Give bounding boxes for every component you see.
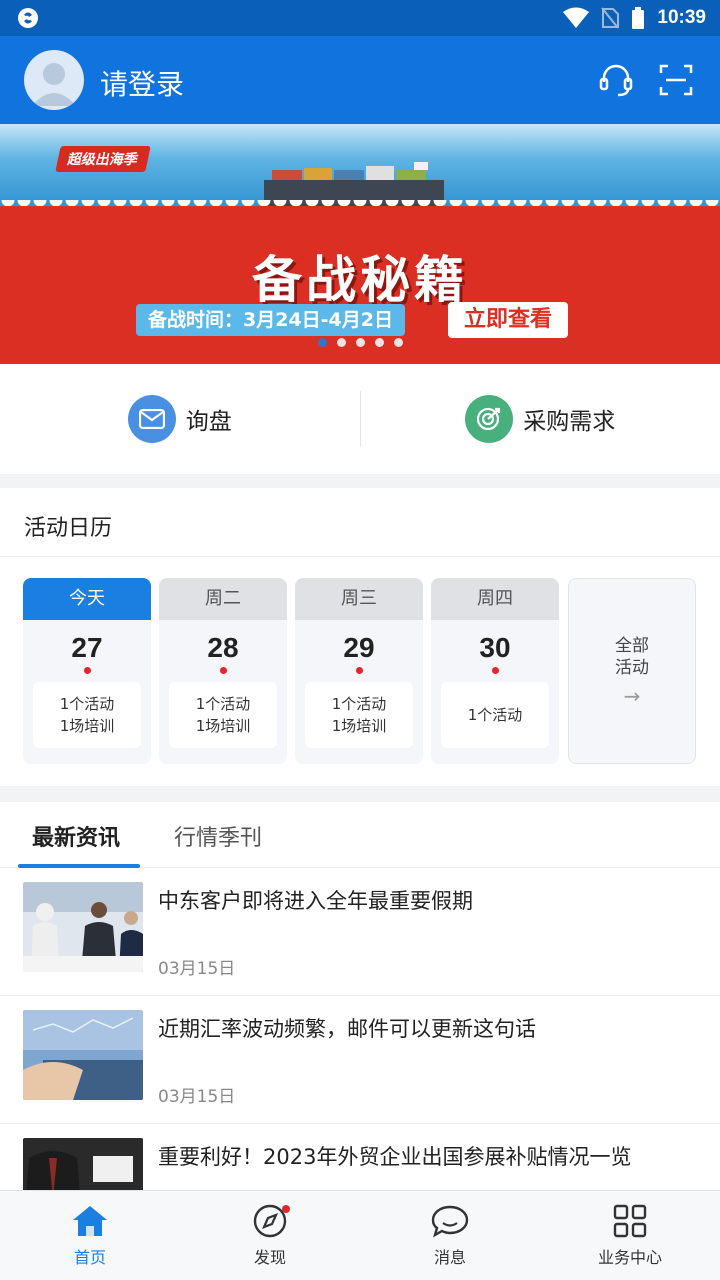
nav-label: 发现	[253, 1247, 286, 1267]
all-activities-label-2: 活动	[615, 658, 649, 678]
activity-count: 1个活动	[59, 695, 115, 713]
banner-dot[interactable]	[336, 338, 346, 347]
banner-cta-button[interactable]: 立即查看	[448, 302, 569, 338]
banner-title: 备战秘籍	[252, 251, 468, 309]
training-count: 1场培训	[59, 717, 115, 735]
scan-icon[interactable]	[658, 62, 694, 98]
calendar-date: 27	[71, 632, 103, 663]
calendar-day-card[interactable]: 今天 27 1个活动 1场培训	[23, 578, 151, 764]
grid-icon	[613, 1204, 647, 1237]
news-title: 重要利好！2023年外贸企业出国参展补贴情况一览	[158, 1145, 632, 1169]
calendar-day-card[interactable]: 周四 30 1个活动	[431, 578, 559, 764]
news-date: 03月15日	[158, 1087, 236, 1107]
calendar-date: 28	[207, 632, 239, 663]
news-list-item[interactable]: 重要利好！2023年外贸企业出国参展补贴情况一览	[0, 1124, 720, 1192]
arrow-right-icon: →	[623, 684, 641, 708]
news-list-item[interactable]: 近期汇率波动频繁，邮件可以更新这句话 03月15日	[0, 996, 720, 1124]
divider	[0, 556, 720, 557]
event-dot-icon	[83, 667, 91, 674]
notification-badge-icon	[282, 1205, 290, 1213]
avatar[interactable]	[24, 50, 84, 110]
login-link[interactable]: 请登录	[100, 63, 184, 103]
target-icon	[465, 395, 514, 443]
no-sim-icon	[601, 7, 620, 29]
activity-count: 1个活动	[331, 695, 387, 713]
mail-icon	[127, 395, 176, 443]
nav-discover[interactable]: 发现	[180, 1191, 360, 1280]
activity-count: 1个活动	[467, 706, 523, 724]
calendar-day-info: 1个活动 1场培训	[305, 682, 413, 748]
app-notification-icon	[18, 8, 38, 28]
banner-tag: 超级出海季	[55, 146, 151, 172]
event-dot-icon	[219, 667, 227, 674]
news-tabs: 最新资讯 行情季刊	[0, 802, 720, 868]
training-count: 1场培训	[331, 717, 387, 735]
calendar-day-card[interactable]: 周三 29 1个活动 1场培训	[295, 578, 423, 764]
calendar-weekday: 周四	[431, 578, 559, 620]
nav-home[interactable]: 首页	[0, 1191, 180, 1280]
news-title: 近期汇率波动频繁，邮件可以更新这句话	[158, 1017, 536, 1041]
news-section: 最新资讯 行情季刊 中东客户即将进入全年最重要假期 03月15日 近期汇率波动频…	[0, 802, 720, 1192]
calendar-date: 30	[479, 632, 511, 663]
tab-market-quarterly[interactable]: 行情季刊	[174, 820, 262, 852]
inquiry-label: 询盘	[185, 409, 232, 435]
purchase-demand-button[interactable]: 采购需求	[361, 364, 720, 474]
customer-service-icon[interactable]	[598, 62, 634, 98]
event-dot-icon	[355, 667, 363, 674]
nav-label: 业务中心	[597, 1247, 662, 1267]
banner-dot[interactable]	[355, 338, 365, 347]
calendar-date: 29	[343, 632, 375, 663]
news-thumbnail	[23, 1138, 143, 1192]
news-list-item[interactable]: 中东客户即将进入全年最重要假期 03月15日	[0, 868, 720, 996]
calendar-weekday: 周二	[159, 578, 287, 620]
wifi-icon	[563, 7, 590, 28]
all-activities-label-1: 全部	[615, 636, 649, 656]
calendar-day-info: 1个活动	[441, 682, 549, 748]
news-title: 中东客户即将进入全年最重要假期	[158, 889, 473, 913]
activity-count: 1个活动	[195, 695, 251, 713]
banner-dot[interactable]	[393, 338, 403, 347]
status-time: 10:39	[657, 7, 706, 28]
bottom-navigation: 首页 发现 消息 业务中心	[0, 1190, 720, 1280]
calendar-day-card[interactable]: 周二 28 1个活动 1场培训	[159, 578, 287, 764]
nav-label: 消息	[433, 1247, 466, 1267]
nav-business-center[interactable]: 业务中心	[540, 1191, 720, 1280]
news-thumbnail	[23, 882, 143, 972]
battery-icon	[632, 7, 645, 29]
calendar-weekday: 周三	[295, 578, 423, 620]
user-avatar-icon	[32, 63, 76, 106]
banner-time-text: 备战时间：3月24日-4月2日	[136, 304, 405, 336]
event-dot-icon	[491, 667, 499, 674]
chat-icon	[431, 1205, 469, 1238]
purchase-demand-label: 采购需求	[523, 409, 616, 435]
calendar-day-info: 1个活动 1场培训	[33, 682, 141, 748]
training-count: 1场培训	[195, 717, 251, 735]
banner-dot[interactable]	[317, 338, 327, 347]
status-bar: 10:39	[0, 0, 720, 36]
all-activities-button[interactable]: 全部 活动 →	[568, 578, 696, 764]
promo-banner[interactable]: 超级出海季 备战秘籍 备战时间：3月24日-4月2日 立即查看	[0, 124, 720, 364]
news-thumbnail	[23, 1010, 143, 1100]
calendar-title: 活动日历	[24, 516, 113, 541]
banner-dot[interactable]	[374, 338, 384, 347]
home-icon	[73, 1205, 107, 1236]
nav-label: 首页	[73, 1247, 106, 1267]
tab-latest-news[interactable]: 最新资讯	[32, 820, 120, 852]
news-date: 03月15日	[158, 959, 236, 979]
activity-calendar: 活动日历 今天 27 1个活动 1场培训 周二 28 1个活动 1场培训 周三 …	[0, 488, 720, 786]
nav-messages[interactable]: 消息	[360, 1191, 540, 1280]
quick-actions: 询盘 采购需求	[0, 364, 720, 474]
calendar-day-info: 1个活动 1场培训	[169, 682, 277, 748]
banner-pagination	[0, 338, 720, 347]
app-header: 请登录	[0, 36, 720, 124]
calendar-weekday: 今天	[23, 578, 151, 620]
inquiry-button[interactable]: 询盘	[0, 364, 360, 474]
